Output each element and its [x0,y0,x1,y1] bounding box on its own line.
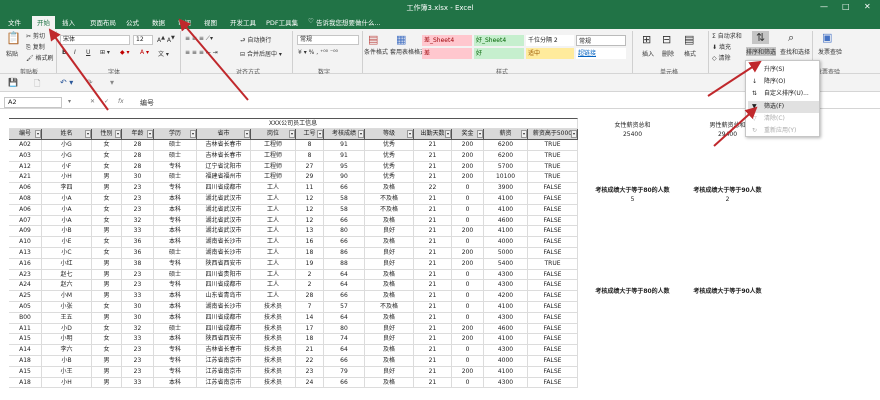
annotation-arrows [48,18,762,147]
arrow-to-filter [713,106,758,147]
arrow-to-home-tab [48,28,109,111]
arrow-to-sort-filter [707,60,762,97]
arrow-to-tab [178,18,249,101]
